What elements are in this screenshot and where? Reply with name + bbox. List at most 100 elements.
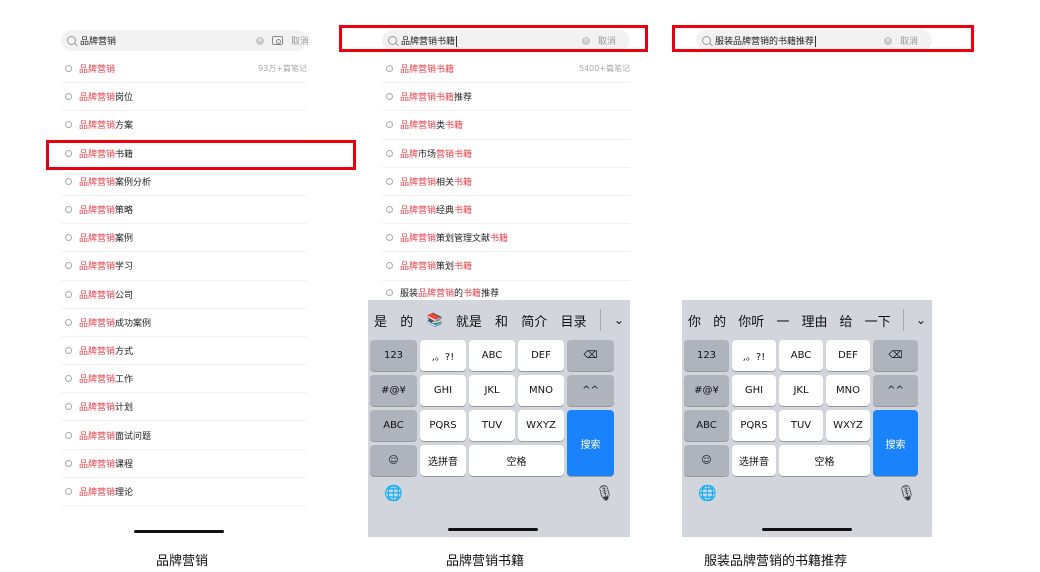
- search-input[interactable]: 品牌营销: [80, 34, 256, 47]
- list-item[interactable]: 品牌营销 经典 书籍: [382, 196, 630, 225]
- candidate-word[interactable]: 目录: [560, 311, 586, 330]
- list-item[interactable]: 服装 品牌营销的书籍 推荐: [382, 285, 630, 300]
- key-def[interactable]: DEF: [826, 340, 870, 371]
- key-tuv[interactable]: TUV: [469, 410, 515, 441]
- key-kaomoji[interactable]: ^^: [567, 375, 614, 406]
- suggestion-highlight: 品牌: [400, 149, 419, 160]
- list-item[interactable]: 品牌营销 岗位: [61, 83, 307, 112]
- key-jkl[interactable]: JKL: [779, 375, 823, 406]
- chevron-down-icon[interactable]: ⌄: [614, 313, 624, 327]
- candidate-word[interactable]: 理由: [801, 311, 827, 330]
- list-item[interactable]: 品牌营销书籍 5400+篇笔记: [382, 55, 630, 84]
- list-item[interactable]: 品牌营销 工作: [61, 365, 307, 394]
- list-item[interactable]: 品牌营销 方案: [61, 111, 307, 140]
- suggestion-suffix: 岗位: [115, 93, 134, 104]
- key-jkl[interactable]: JKL: [469, 375, 515, 406]
- key-kaomoji[interactable]: ^^: [873, 375, 918, 406]
- emoji-icon[interactable]: ☺: [684, 445, 729, 476]
- list-item[interactable]: 品牌营销 课程: [61, 450, 307, 478]
- microphone-icon[interactable]: 🎙: [897, 484, 916, 502]
- key-ghi[interactable]: GHI: [420, 375, 466, 406]
- list-item[interactable]: 品牌营销 相关 书籍: [382, 168, 630, 196]
- list-item[interactable]: 品牌营销 策略: [61, 196, 307, 225]
- search-key[interactable]: 搜索: [567, 410, 614, 476]
- key-pinyin[interactable]: 选拼音: [732, 445, 776, 476]
- key-symbols[interactable]: #@¥: [370, 375, 417, 406]
- caption: 品牌营销书籍: [446, 554, 525, 569]
- candidate-word[interactable]: 一下: [865, 311, 891, 330]
- suggestion-highlight: 品牌营销: [79, 487, 116, 498]
- key-punct[interactable]: ,。?!: [420, 340, 466, 371]
- candidate-word[interactable]: 你听: [738, 311, 764, 330]
- space-key[interactable]: 空格: [779, 445, 870, 476]
- list-item[interactable]: 品牌营销 策划管理文献 书籍: [382, 224, 630, 253]
- candidate-word[interactable]: 📚: [426, 313, 442, 328]
- caption: 品牌营销: [156, 554, 209, 569]
- globe-icon[interactable]: 🌐: [384, 484, 403, 502]
- candidate-word[interactable]: 一: [776, 311, 789, 330]
- list-item[interactable]: 品牌营销 学习: [61, 252, 307, 281]
- key-abc[interactable]: ABC: [779, 340, 823, 371]
- candidate-word[interactable]: 给: [840, 311, 853, 330]
- candidate-word[interactable]: 和: [495, 311, 508, 330]
- key-wxyz[interactable]: WXYZ: [826, 410, 870, 441]
- suggestion-highlight: 品牌营销: [79, 93, 116, 104]
- key-pqrs[interactable]: PQRS: [420, 410, 466, 441]
- list-item[interactable]: 品牌营销 公司: [61, 281, 307, 309]
- search-bar[interactable]: 品牌营销 × 取消: [61, 30, 309, 51]
- cancel-button[interactable]: 取消: [291, 34, 309, 47]
- key-abc-switch[interactable]: ABC: [684, 410, 729, 441]
- camera-icon[interactable]: [271, 36, 283, 45]
- list-item[interactable]: 品牌营销类书籍: [382, 111, 630, 140]
- chevron-down-icon[interactable]: ⌄: [916, 313, 926, 327]
- microphone-icon[interactable]: 🎙: [595, 484, 614, 502]
- key-symbols[interactable]: #@¥: [684, 375, 729, 406]
- delete-icon[interactable]: ⌫: [567, 340, 614, 371]
- list-item[interactable]: 品牌营销 面试问题: [61, 421, 307, 450]
- highlight-box: [46, 140, 356, 170]
- key-ghi[interactable]: GHI: [732, 375, 776, 406]
- key-pqrs[interactable]: PQRS: [732, 410, 776, 441]
- key-123[interactable]: 123: [370, 340, 417, 371]
- list-item[interactable]: 品牌营销 策划 书籍: [382, 252, 630, 281]
- key-def[interactable]: DEF: [518, 340, 564, 371]
- candidate-bar: 是的 📚 就是和简介 目录 ⌄: [368, 300, 630, 340]
- list-item[interactable]: 品牌营销 理论: [61, 478, 307, 506]
- list-item[interactable]: 品牌营销 93万+篇笔记: [61, 55, 307, 84]
- delete-icon[interactable]: ⌫: [873, 340, 918, 371]
- candidate-word[interactable]: 你: [688, 311, 701, 330]
- globe-icon[interactable]: 🌐: [698, 484, 717, 502]
- key-tuv[interactable]: TUV: [779, 410, 823, 441]
- list-item[interactable]: 品牌营销 成功案例: [61, 309, 307, 337]
- suggestion-highlight: 品牌营销: [79, 431, 116, 442]
- clear-icon[interactable]: ×: [255, 36, 264, 45]
- key-mno[interactable]: MNO: [826, 375, 870, 406]
- key-punct[interactable]: ,。?!: [732, 340, 776, 371]
- home-indicator: [448, 528, 538, 531]
- suggestion-suffix: 课程: [115, 459, 134, 470]
- candidate-word[interactable]: 的: [400, 311, 413, 330]
- note-count: 93万+篇笔记: [258, 64, 307, 74]
- emoji-icon[interactable]: ☺: [370, 445, 417, 476]
- search-key[interactable]: 搜索: [873, 410, 918, 476]
- candidate-word[interactable]: 就是: [456, 311, 482, 330]
- suggestion-highlight: 品牌营销: [79, 65, 116, 76]
- panel-clothing-brand-books: 服装品牌营销的书籍推荐 × 取消 你的你听一理由给一下 ⌄ 123 ,。?! AB…: [682, 0, 932, 545]
- list-item[interactable]: 品牌营销 案例: [61, 224, 307, 253]
- candidate-word[interactable]: 简介: [521, 311, 547, 330]
- list-item[interactable]: 品牌营销 方式: [61, 337, 307, 366]
- key-abc-switch[interactable]: ABC: [370, 410, 417, 441]
- candidate-word[interactable]: 是: [374, 311, 387, 330]
- list-item[interactable]: 品牌营销 案例分析: [61, 168, 307, 196]
- key-pinyin[interactable]: 选拼音: [420, 445, 466, 476]
- key-wxyz[interactable]: WXYZ: [518, 410, 564, 441]
- search-icon: [65, 346, 72, 354]
- list-item[interactable]: 品牌营销书籍 推荐: [382, 83, 630, 112]
- candidate-word[interactable]: 的: [713, 311, 726, 330]
- list-item[interactable]: 品牌营销 计划: [61, 393, 307, 422]
- list-item[interactable]: 品牌 市场 营销书籍: [382, 140, 630, 168]
- key-mno[interactable]: MNO: [518, 375, 564, 406]
- space-key[interactable]: 空格: [469, 445, 564, 476]
- key-abc[interactable]: ABC: [469, 340, 515, 371]
- key-123[interactable]: 123: [684, 340, 729, 371]
